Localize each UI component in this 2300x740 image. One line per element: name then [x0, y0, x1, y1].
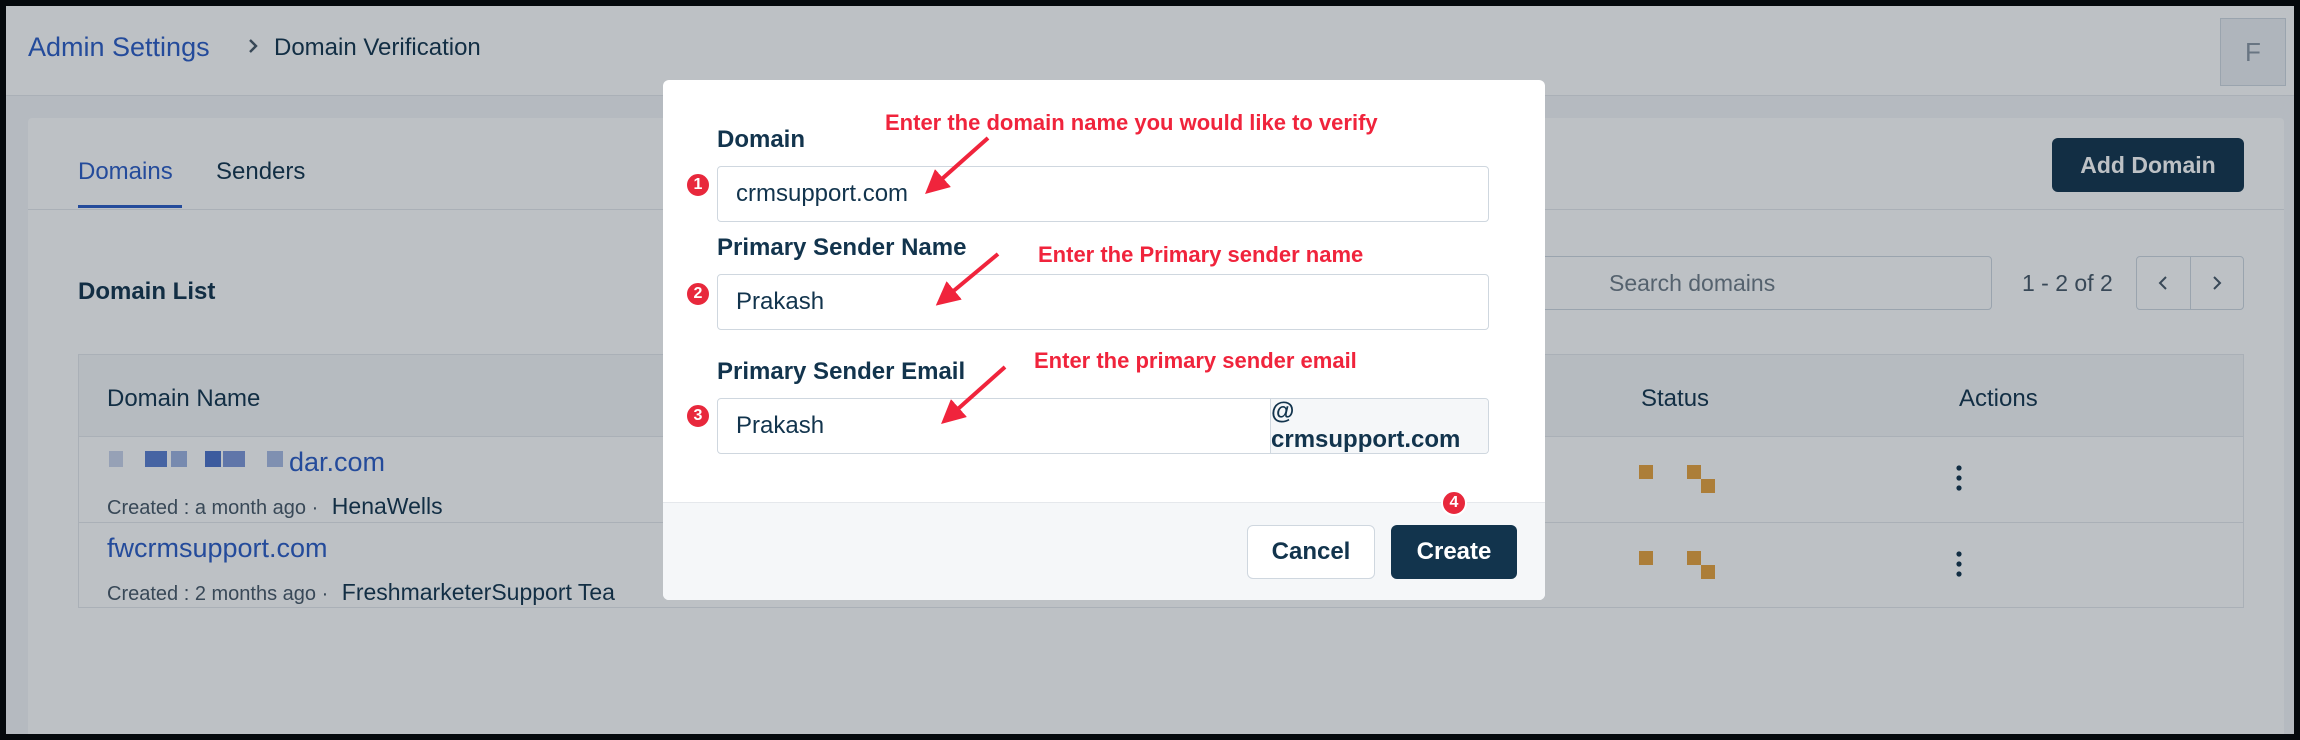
create-button[interactable]: Create: [1391, 525, 1517, 579]
domain-input[interactable]: crmsupport.com: [717, 166, 1489, 222]
cancel-button[interactable]: Cancel: [1247, 525, 1375, 579]
annotation-note-sender-name: Enter the Primary sender name: [1038, 242, 1364, 267]
step-badge-1: 1: [685, 172, 711, 198]
step-badge-2: 2: [685, 281, 711, 307]
email-domain-suffix: @ crmsupport.com: [1270, 398, 1488, 453]
sender-email-input[interactable]: Prakash: [736, 412, 824, 440]
annotation-note-domain: Enter the domain name you would like to …: [885, 110, 1378, 135]
add-domain-modal: Domain crmsupport.com Primary Sender Nam…: [663, 80, 1545, 600]
step-badge-3: 3: [685, 403, 711, 429]
domain-label: Domain: [717, 126, 806, 153]
annotation-note-sender-email: Enter the primary sender email: [1034, 348, 1357, 373]
step-badge-4: 4: [1441, 490, 1467, 516]
sender-email-field: Prakash @ crmsupport.com: [717, 398, 1489, 454]
modal-footer: Cancel Create: [663, 502, 1545, 600]
sender-name-input[interactable]: Prakash: [717, 274, 1489, 330]
sender-email-label: Primary Sender Email: [717, 358, 966, 385]
sender-name-label: Primary Sender Name: [717, 234, 967, 261]
